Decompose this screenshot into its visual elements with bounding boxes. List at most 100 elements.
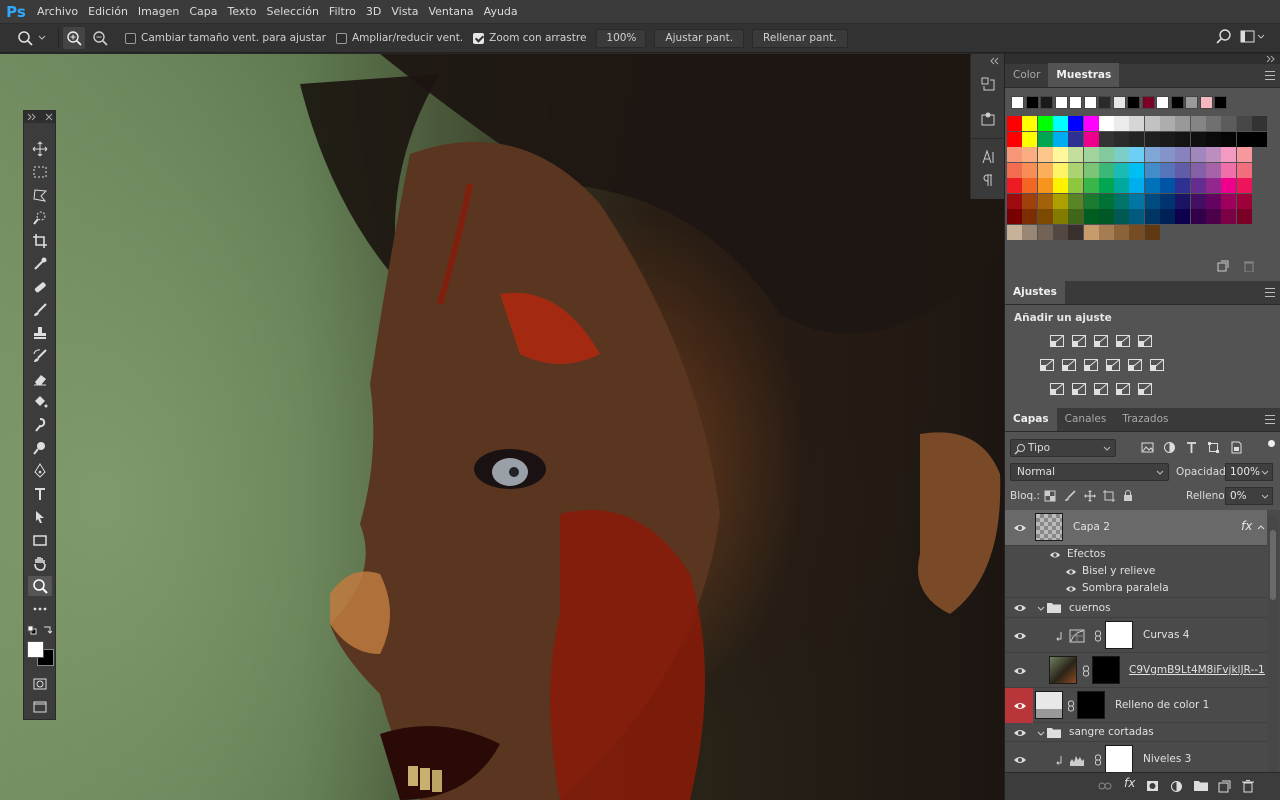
color-swatch[interactable] — [1022, 209, 1038, 224]
recent-swatch[interactable] — [1112, 96, 1126, 109]
photo-filter-icon[interactable] — [1105, 358, 1121, 372]
layer-row[interactable]: Niveles 3 — [1005, 742, 1267, 774]
scrubby-zoom-checkbox[interactable] — [473, 32, 485, 44]
layer-name[interactable]: Capa 2 — [1073, 521, 1110, 533]
eye-icon[interactable] — [1049, 550, 1061, 560]
color-swatch[interactable] — [1175, 178, 1191, 193]
color-swatch[interactable] — [1037, 224, 1053, 240]
panel-menu-icon[interactable] — [1265, 288, 1275, 297]
color-swatch[interactable] — [1052, 162, 1068, 178]
color-swatch[interactable] — [1083, 224, 1099, 240]
color-swatch[interactable] — [1022, 193, 1038, 209]
color-swatch[interactable] — [1083, 162, 1099, 178]
menu-filtro[interactable]: Filtro — [324, 5, 361, 18]
color-swatch[interactable] — [1144, 162, 1160, 178]
color-swatch[interactable] — [1098, 209, 1114, 224]
color-swatch[interactable] — [1037, 162, 1053, 178]
quick-mask-button[interactable] — [28, 674, 52, 694]
color-swatch[interactable] — [1190, 147, 1206, 162]
link-icon[interactable] — [1067, 700, 1075, 712]
color-swatch[interactable] — [1160, 193, 1175, 209]
new-swatch-button[interactable] — [1217, 260, 1229, 275]
color-swatch[interactable] — [1221, 178, 1237, 193]
color-swatch[interactable] — [1221, 147, 1237, 162]
color-swatch[interactable] — [1236, 162, 1252, 178]
color-swatch[interactable] — [1052, 209, 1068, 224]
layers-scrollbar[interactable] — [1268, 516, 1278, 774]
link-icon[interactable] — [1094, 630, 1102, 642]
color-swatch[interactable] — [1205, 209, 1221, 224]
threshold-icon[interactable] — [1093, 382, 1109, 396]
layer-mask-thumbnail[interactable] — [1077, 691, 1105, 719]
color-swatch[interactable] — [1098, 178, 1114, 193]
color-swatch[interactable] — [1052, 178, 1068, 193]
color-swatch[interactable] — [1083, 131, 1099, 147]
menu-3d[interactable]: 3D — [361, 5, 386, 18]
screen-mode-button[interactable] — [28, 697, 52, 717]
color-swatch[interactable] — [1022, 147, 1038, 162]
link-layers-icon[interactable] — [1098, 781, 1112, 791]
paragraph-panel-button[interactable] — [981, 172, 997, 191]
filter-smart-object-button[interactable] — [1229, 441, 1242, 457]
quick-selection-tool[interactable] — [28, 208, 52, 228]
color-swatch[interactable] — [1221, 209, 1237, 224]
crop-tool[interactable] — [28, 231, 52, 251]
color-swatch[interactable] — [1175, 162, 1191, 178]
levels-icon[interactable] — [1071, 334, 1087, 348]
effect-row[interactable]: Sombra paralela — [1005, 580, 1267, 598]
eraser-tool[interactable] — [28, 369, 52, 389]
zoom-percent-field[interactable]: 100% — [596, 28, 647, 48]
color-swatch[interactable] — [1007, 162, 1022, 178]
color-swatch[interactable] — [1098, 131, 1114, 147]
chevron-down-icon[interactable] — [1037, 731, 1045, 737]
delete-swatch-button[interactable] — [1243, 260, 1255, 275]
color-swatch[interactable] — [1160, 162, 1175, 178]
link-icon[interactable] — [1094, 754, 1102, 766]
recent-swatch[interactable] — [1170, 96, 1184, 109]
color-swatch[interactable] — [1205, 178, 1221, 193]
color-swatch[interactable] — [1129, 116, 1145, 131]
color-swatch[interactable] — [1190, 178, 1206, 193]
layer-row[interactable]: Capa 2 fx — [1005, 510, 1267, 546]
eye-icon[interactable] — [1065, 584, 1077, 594]
color-swatch[interactable] — [1236, 209, 1252, 224]
lock-all-button[interactable] — [1122, 489, 1134, 505]
color-swatch[interactable] — [1205, 147, 1221, 162]
color-swatch[interactable] — [1037, 116, 1053, 131]
color-swatch[interactable] — [1175, 209, 1191, 224]
color-swatch[interactable] — [1083, 193, 1099, 209]
document-canvas[interactable] — [0, 54, 1004, 800]
color-swatch[interactable] — [1007, 131, 1022, 147]
color-swatch[interactable] — [1007, 116, 1022, 131]
color-swatch[interactable] — [1114, 224, 1130, 240]
filter-type-button[interactable] — [1185, 441, 1198, 457]
selective-color-icon[interactable] — [1115, 382, 1131, 396]
color-swatch[interactable] — [1052, 147, 1068, 162]
tab-color[interactable]: Color — [1005, 63, 1048, 87]
color-swatch[interactable] — [1022, 131, 1038, 147]
move-tool[interactable] — [28, 139, 52, 159]
layer-mask-thumbnail[interactable] — [1092, 656, 1120, 684]
color-swatch[interactable] — [1052, 131, 1068, 147]
color-swatch[interactable] — [1144, 147, 1160, 162]
layer-mask-thumbnail[interactable] — [1105, 621, 1133, 649]
fx-icon[interactable]: fx — [1124, 776, 1135, 790]
color-swatch[interactable] — [1236, 193, 1252, 209]
trash-icon[interactable] — [1242, 780, 1254, 793]
paint-bucket-tool[interactable] — [28, 392, 52, 412]
eye-icon[interactable] — [1013, 523, 1027, 533]
layer-row[interactable]: Curvas 4 — [1005, 618, 1267, 653]
tab-channels[interactable]: Canales — [1057, 407, 1115, 431]
color-swatch[interactable] — [1129, 224, 1145, 240]
layer-name[interactable]: Niveles 3 — [1143, 753, 1191, 765]
color-swatch[interactable] — [1190, 193, 1206, 209]
black-white-icon[interactable] — [1083, 358, 1099, 372]
path-selection-tool[interactable] — [28, 507, 52, 527]
color-swatch[interactable] — [1221, 193, 1237, 209]
color-swatch[interactable] — [1114, 162, 1130, 178]
curves-icon[interactable] — [1093, 334, 1109, 348]
color-swatch[interactable] — [1251, 131, 1267, 147]
group-name[interactable]: cuernos — [1069, 602, 1111, 614]
pen-tool[interactable] — [28, 461, 52, 481]
recent-swatch[interactable] — [1011, 96, 1024, 109]
